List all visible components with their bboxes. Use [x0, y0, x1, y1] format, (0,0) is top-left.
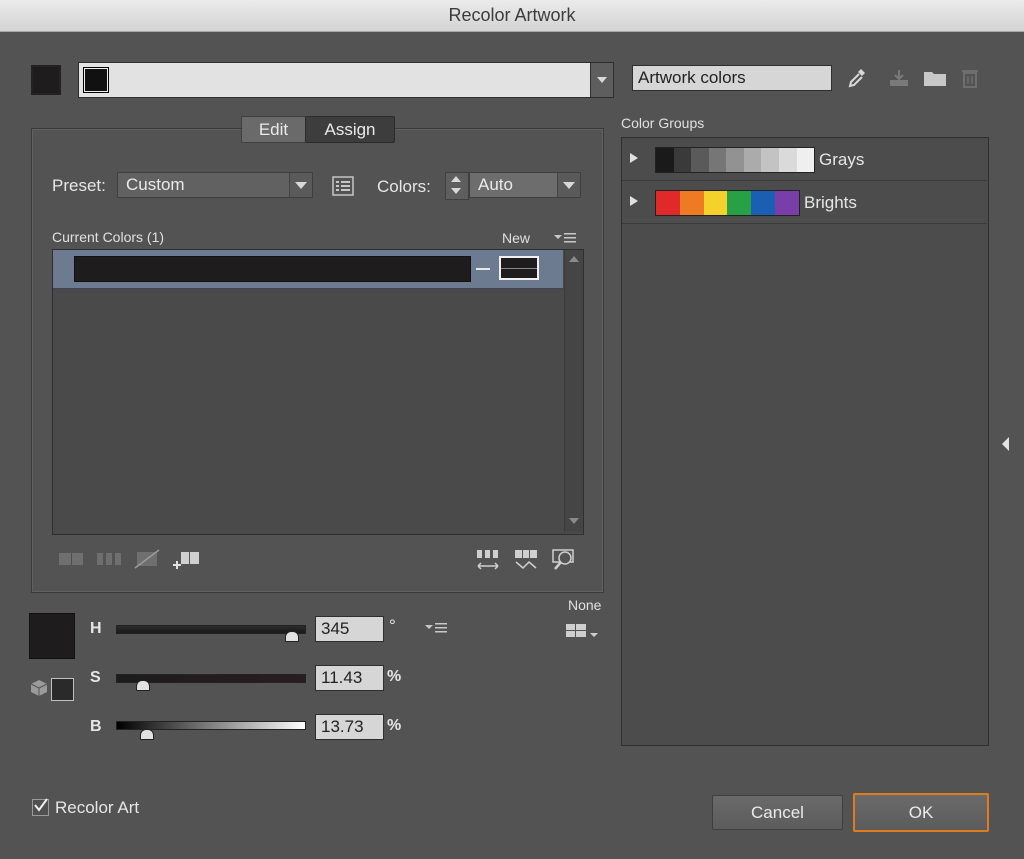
color-group-swatch[interactable] — [679, 191, 704, 215]
checkmark-icon — [34, 798, 48, 812]
color-group-swatch[interactable] — [656, 191, 680, 215]
folder-icon[interactable] — [923, 68, 947, 88]
find-color-in-artwork-icon[interactable] — [551, 547, 577, 573]
color-group-swatch[interactable] — [761, 148, 779, 172]
harmony-color-chip — [83, 67, 109, 93]
hue-unit: ° — [389, 616, 396, 635]
color-group-swatch[interactable] — [726, 148, 744, 172]
color-group-swatch[interactable] — [775, 191, 799, 215]
scroll-down-icon[interactable] — [569, 518, 579, 524]
collapse-panel-icon[interactable] — [1002, 437, 1009, 451]
h-label: H — [90, 620, 102, 637]
new-row-icon[interactable] — [172, 549, 200, 571]
list-scrollbar[interactable] — [564, 250, 583, 532]
preset-dropdown[interactable]: Custom — [117, 172, 313, 198]
expand-triangle-icon[interactable] — [630, 153, 638, 163]
color-group-swatch[interactable] — [751, 191, 776, 215]
color-groups-panel — [621, 137, 989, 746]
scroll-up-icon[interactable] — [569, 256, 579, 262]
colors-stepper[interactable] — [445, 172, 469, 200]
colors-count-field[interactable]: Auto — [469, 172, 581, 198]
saturation-value-field[interactable]: 11.43 — [315, 665, 384, 691]
selected-color-preview — [29, 613, 75, 659]
color-group-swatch[interactable] — [673, 148, 692, 172]
separate-colors-icon[interactable] — [96, 550, 122, 568]
out-of-gamut-swatch[interactable] — [51, 678, 74, 701]
new-colors-header: New — [502, 230, 531, 246]
save-changes-icon[interactable] — [888, 68, 910, 88]
preset-value: Custom — [126, 175, 185, 194]
color-group-row[interactable]: Brights — [622, 181, 987, 224]
preset-label: Preset: — [52, 176, 106, 195]
preset-options-icon[interactable] — [331, 175, 355, 197]
randomly-change-order-icon[interactable] — [475, 548, 501, 572]
assign-connector-line — [476, 268, 490, 270]
brightness-unit: % — [387, 717, 402, 734]
b-label: B — [90, 718, 102, 735]
current-color-bar[interactable] — [74, 256, 471, 282]
harmony-bar[interactable] — [78, 62, 592, 98]
grays-swatch-strip — [655, 147, 815, 173]
color-reduction-options-icon[interactable] — [565, 621, 599, 641]
colors-value: Auto — [478, 175, 513, 194]
color-group-swatch[interactable] — [708, 148, 727, 172]
recolor-art-label: Recolor Art — [55, 798, 140, 817]
merge-colors-icon[interactable] — [58, 550, 84, 568]
s-label: S — [90, 669, 101, 686]
exclude-colors-icon[interactable] — [134, 549, 160, 569]
color-group-swatch[interactable] — [691, 148, 709, 172]
color-group-name: Grays — [819, 150, 865, 169]
saturation-unit: % — [387, 668, 402, 685]
brightness-value-field[interactable]: 13.73 — [315, 714, 384, 740]
window-title: Recolor Artwork — [0, 0, 1024, 32]
expand-triangle-icon[interactable] — [630, 196, 638, 206]
randomly-change-saturation-icon[interactable] — [513, 548, 539, 572]
color-group-name-field[interactable]: Artwork colors — [632, 65, 832, 91]
active-color-swatch[interactable] — [31, 65, 61, 95]
hue-value-field[interactable]: 345 — [315, 616, 384, 642]
tab-edit[interactable]: Edit — [241, 116, 306, 143]
color-group-swatch[interactable] — [703, 191, 728, 215]
current-colors-header: Current Colors (1) — [52, 229, 165, 245]
list-options-icon[interactable] — [553, 231, 577, 245]
tab-assign[interactable]: Assign — [305, 116, 395, 143]
colors-label: Colors: — [377, 177, 431, 196]
color-group-swatch[interactable] — [727, 191, 752, 215]
new-color-swatch[interactable] — [499, 256, 539, 280]
brights-swatch-strip — [655, 190, 800, 216]
color-group-swatch[interactable] — [796, 148, 815, 172]
delete-icon[interactable] — [960, 68, 980, 88]
hue-slider[interactable] — [116, 625, 306, 634]
recolor-artwork-dialog: Recolor Artwork Artwork colors Edit Assi… — [0, 0, 1024, 859]
color-group-swatch[interactable] — [656, 148, 674, 172]
harmony-dropdown-button[interactable] — [590, 62, 614, 98]
ok-button[interactable]: OK — [853, 793, 989, 832]
color-mode-menu-icon[interactable] — [424, 621, 448, 635]
color-groups-header: Color Groups — [621, 115, 705, 131]
3d-cube-icon[interactable] — [29, 678, 49, 698]
stepper-up-icon — [451, 176, 461, 182]
stepper-down-icon — [451, 188, 461, 194]
cancel-button[interactable]: Cancel — [712, 795, 843, 830]
color-group-name: Brights — [804, 193, 857, 212]
current-colors-list[interactable] — [52, 249, 584, 535]
chevron-down-icon — [557, 173, 580, 197]
color-group-swatch[interactable] — [778, 148, 797, 172]
recolor-art-checkbox[interactable] — [32, 798, 49, 816]
color-reduction-none-label: None — [568, 597, 602, 613]
color-row-selected[interactable] — [53, 250, 563, 289]
color-group-row[interactable]: Grays — [622, 138, 987, 181]
chevron-down-icon — [289, 173, 312, 197]
color-group-swatch[interactable] — [743, 148, 762, 172]
eyedropper-icon[interactable] — [846, 66, 868, 90]
